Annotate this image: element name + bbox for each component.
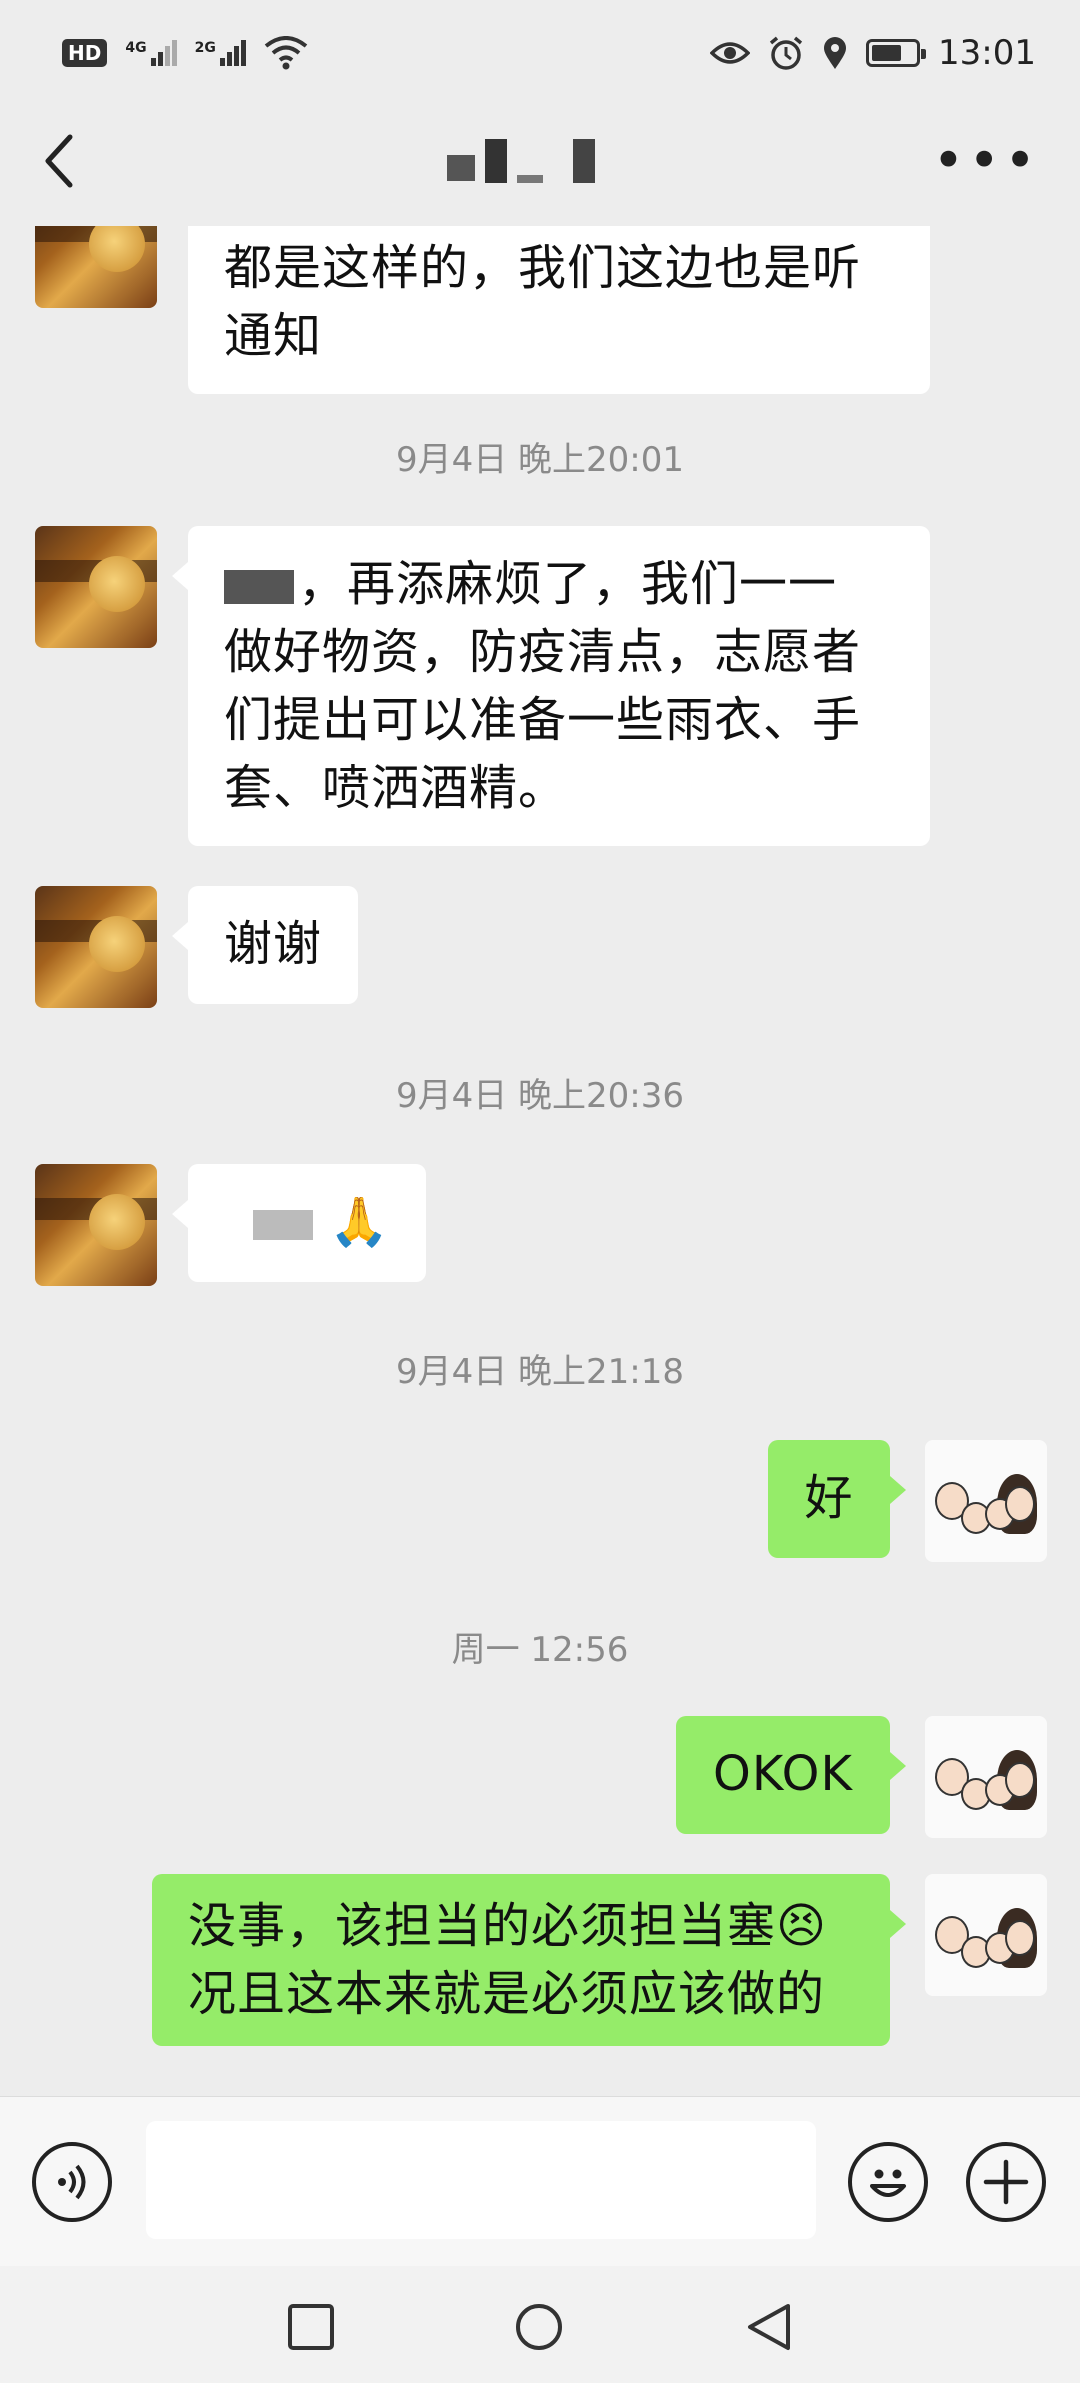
message-left: ，再添麻烦了，我们一一 做好物资，防疫清点，志愿者 们提出可以准备一些雨衣、手 … — [0, 526, 1080, 848]
avatar-self[interactable] — [925, 1716, 1047, 1838]
message-line: OKOK — [713, 1746, 853, 1802]
redacted-name — [224, 570, 294, 604]
message-line: ，再添麻烦了，我们一一 — [224, 550, 894, 618]
emoji-pray-icon: 🙏 — [329, 1194, 390, 1250]
emoji-icon[interactable] — [848, 2142, 928, 2222]
recent-apps-icon[interactable] — [284, 2300, 338, 2354]
message-line: 套、喷洒酒精。 — [224, 760, 568, 816]
message-left: 都是这样的，我们这边也是听 通知 — [0, 226, 1080, 394]
avatar-self[interactable] — [925, 1440, 1047, 1562]
message-line: 都是这样的，我们这边也是听 — [224, 240, 862, 296]
status-right: 13:01 — [710, 33, 1036, 73]
battery-icon — [866, 39, 927, 67]
message-right: 没事，该担当的必须担当塞😣 况且这本来就是必须应该做的 — [0, 1874, 1080, 2064]
status-left: HD 4G 2G — [62, 36, 308, 70]
timestamp: 9月4日 晚上20:36 — [395, 1076, 685, 1116]
message-line: 好 — [804, 1470, 854, 1526]
message-bubble[interactable]: 都是这样的，我们这边也是听 通知 — [188, 226, 930, 394]
back-icon[interactable] — [742, 2300, 796, 2354]
message-bubble[interactable]: OKOK — [676, 1716, 906, 1834]
message-line: 谢谢 — [224, 916, 323, 972]
avatar-contact[interactable] — [35, 886, 157, 1008]
message-bubble[interactable]: 好 — [768, 1440, 906, 1558]
timestamp: 9月4日 晚上20:01 — [395, 440, 685, 480]
message-line: 通知 — [224, 308, 323, 364]
message-right: OKOK — [0, 1716, 1080, 1838]
timestamp: 9月4日 晚上21:18 — [395, 1352, 685, 1392]
avatar-contact[interactable] — [35, 1164, 157, 1286]
avatar-self[interactable] — [925, 1874, 1047, 1996]
voice-icon[interactable] — [32, 2142, 112, 2222]
chat-header: ••• — [0, 106, 1080, 216]
message-right: 好 — [0, 1440, 1080, 1562]
chevron-left-icon[interactable] — [40, 131, 100, 191]
chat-messages[interactable]: 都是这样的，我们这边也是听 通知 9月4日 晚上20:01 ，再添麻烦了，我们一… — [0, 226, 1080, 2096]
message-line: 们提出可以准备一些雨衣、手 — [224, 692, 862, 748]
message-bubble[interactable]: 🙏 — [172, 1164, 426, 1282]
status-bar: HD 4G 2G 13:01 — [0, 0, 1080, 106]
signal-4g-icon: 4G — [125, 40, 177, 66]
message-line: 况且这本来就是必须应该做的 — [188, 1966, 826, 2022]
more-dots-icon[interactable]: ••• — [932, 134, 1040, 188]
avatar-contact[interactable] — [35, 526, 157, 648]
message-line: 没事，该担当的必须担当塞😣 — [188, 1898, 828, 1954]
hd-icon: HD — [62, 39, 108, 67]
home-icon[interactable] — [512, 2300, 566, 2354]
message-input[interactable] — [146, 2121, 816, 2239]
system-navigation-bar — [0, 2266, 1080, 2383]
signal-2g-icon: 2G — [195, 40, 246, 66]
message-left: 谢谢 — [0, 886, 1080, 1008]
chat-title — [437, 131, 596, 191]
redacted-content — [252, 1210, 313, 1240]
avatar-contact[interactable] — [35, 226, 157, 308]
sim2-label: 2G — [194, 40, 216, 56]
message-line: 做好物资，防疫清点，志愿者 — [224, 624, 862, 680]
plus-icon[interactable] — [966, 2142, 1046, 2222]
message-left: 🙏 — [0, 1164, 1080, 1286]
location-icon — [824, 37, 847, 69]
sim1-label: 4G — [125, 40, 147, 56]
eye-icon — [710, 42, 751, 64]
alarm-icon — [769, 36, 803, 70]
clock: 13:01 — [938, 33, 1036, 73]
input-bar — [0, 2096, 1080, 2266]
message-bubble[interactable]: ，再添麻烦了，我们一一 做好物资，防疫清点，志愿者 们提出可以准备一些雨衣、手 … — [172, 526, 930, 846]
message-bubble[interactable]: 谢谢 — [171, 886, 359, 1004]
message-bubble[interactable]: 没事，该担当的必须担当塞😣 况且这本来就是必须应该做的 — [152, 1874, 906, 2046]
wifi-icon — [264, 36, 308, 70]
timestamp: 周一 12:56 — [451, 1630, 629, 1670]
